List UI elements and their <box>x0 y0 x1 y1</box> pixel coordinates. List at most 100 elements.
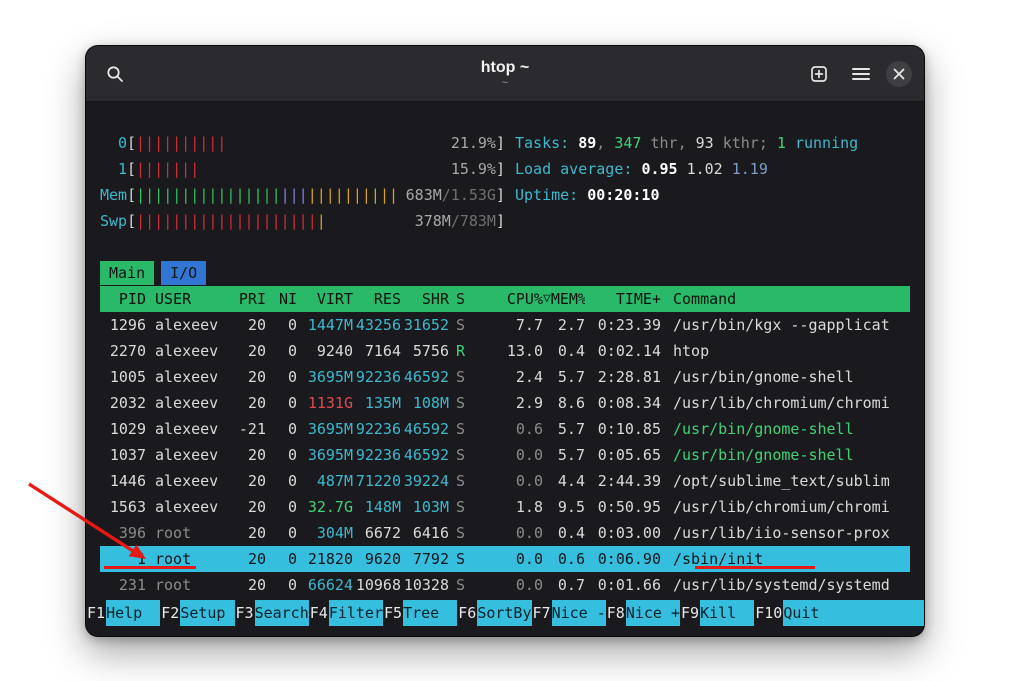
column-header-ni[interactable]: NI <box>266 286 297 312</box>
column-header-cpu[interactable]: CPU% <box>473 286 543 312</box>
close-icon <box>893 68 905 80</box>
cell-cpu: 1.8 <box>473 494 543 520</box>
hamburger-menu-icon <box>852 67 870 81</box>
fkey-f10[interactable]: F10Quit <box>754 600 924 626</box>
cell-shr: 46592 <box>401 364 449 390</box>
window-title-block: htop ~ ~ <box>481 59 529 89</box>
cell-user: alexeev <box>146 416 228 442</box>
column-header-pid[interactable]: PID <box>100 286 146 312</box>
cell-virt: 3695M <box>297 416 353 442</box>
column-header-command[interactable]: Command <box>661 286 910 312</box>
meter-bracket-close: ] <box>496 208 505 234</box>
cell-pid: 2032 <box>100 390 146 416</box>
cell-ni: 0 <box>266 468 297 494</box>
cell-user: alexeev <box>146 468 228 494</box>
process-row-pid-1037[interactable]: 1037alexeev2003695M9223646592S0.05.70:05… <box>100 442 910 468</box>
process-row-pid-2032[interactable]: 2032alexeev2001131G135M108MS2.98.60:08.3… <box>100 390 910 416</box>
fkey-f6[interactable]: F6SortBy <box>457 600 531 626</box>
tab-io[interactable]: I/O <box>161 261 206 285</box>
cell-mem: 0.4 <box>543 520 585 546</box>
cell-state: S <box>449 572 473 598</box>
process-row-pid-2270[interactable]: 2270alexeev200924071645756R13.00.40:02.1… <box>100 338 910 364</box>
search-button[interactable] <box>98 57 132 91</box>
htop-screen[interactable]: 0[||||||||||21.9%]1[|||||||15.9%]Mem[|||… <box>86 102 924 637</box>
cell-user: root <box>146 572 228 598</box>
cell-pid: 396 <box>100 520 146 546</box>
cell-time: 0:03.00 <box>585 520 661 546</box>
cell-virt: 3695M <box>297 364 353 390</box>
fkey-f8[interactable]: F8Nice + <box>606 600 680 626</box>
cell-mem: 0.7 <box>543 572 585 598</box>
cell-cpu: 0.0 <box>473 572 543 598</box>
swp-meter: Swp[|||||||||||||||||||||378M/783M] <box>100 208 505 234</box>
column-header-shr[interactable]: SHR <box>401 286 449 312</box>
fkey-action-label: Help <box>106 600 160 626</box>
process-row-pid-396[interactable]: 396root200304M66726416S0.00.40:03.00/usr… <box>100 520 910 546</box>
cell-shr: 10328 <box>401 572 449 598</box>
column-header-time[interactable]: TIME+ <box>585 286 661 312</box>
column-header-state[interactable]: S <box>449 286 473 312</box>
column-header-mem[interactable]: ▽MEM% <box>543 286 585 312</box>
fkey-f9[interactable]: F9Kill <box>680 600 754 626</box>
cell-command: htop <box>661 338 910 364</box>
meter-bracket-close: ] <box>496 130 505 156</box>
search-icon <box>106 65 124 83</box>
cell-command: /usr/lib/chromium/chromi <box>661 390 910 416</box>
htop-header-area: 0[||||||||||21.9%]1[|||||||15.9%]Mem[|||… <box>100 130 910 234</box>
process-row-pid-1296[interactable]: 1296alexeev2001447M4325631652S7.72.70:23… <box>100 312 910 338</box>
process-row-pid-1563[interactable]: 1563alexeev20032.7G148M103MS1.89.50:50.9… <box>100 494 910 520</box>
cpu0-meter-label: 0 <box>100 130 127 156</box>
fkey-f1[interactable]: F1Help <box>86 600 160 626</box>
fkey-f4[interactable]: F4Filter <box>309 600 383 626</box>
cell-ni: 0 <box>266 572 297 598</box>
process-table-body: 1296alexeev2001447M4325631652S7.72.70:23… <box>100 312 910 598</box>
process-row-pid-1446[interactable]: 1446alexeev200487M7122039224S0.04.42:44.… <box>100 468 910 494</box>
cell-state: S <box>449 364 473 390</box>
cell-mem: 4.4 <box>543 468 585 494</box>
fkey-f2[interactable]: F2Setup <box>160 600 234 626</box>
cell-pid: 1446 <box>100 468 146 494</box>
cell-pri: 20 <box>228 546 266 572</box>
cell-cpu: 0.0 <box>473 442 543 468</box>
cell-ni: 0 <box>266 546 297 572</box>
column-header-pri[interactable]: PRI <box>228 286 266 312</box>
fkey-key-label: F7 <box>532 600 552 626</box>
cell-command: /sbin/init <box>661 546 910 572</box>
new-tab-button[interactable] <box>802 57 836 91</box>
fkey-f3[interactable]: F3Search <box>235 600 309 626</box>
cell-ni: 0 <box>266 442 297 468</box>
process-row-pid-1005[interactable]: 1005alexeev2003695M9223646592S2.45.72:28… <box>100 364 910 390</box>
cell-pri: 20 <box>228 572 266 598</box>
meter-bracket-open: [ <box>127 130 136 156</box>
swp-meter-bar: ||||||||||||||||||||| <box>136 208 326 234</box>
column-header-virt[interactable]: VIRT <box>297 286 353 312</box>
cell-cpu: 13.0 <box>473 338 543 364</box>
cell-pid: 1005 <box>100 364 146 390</box>
fkey-f7[interactable]: F7Nice - <box>532 600 606 626</box>
cell-time: 0:05.65 <box>585 442 661 468</box>
cell-command: /usr/bin/gnome-shell <box>661 442 910 468</box>
menu-button[interactable] <box>844 57 878 91</box>
cell-ni: 0 <box>266 364 297 390</box>
cell-virt: 487M <box>297 468 353 494</box>
tab-main[interactable]: Main <box>100 261 154 285</box>
cell-ni: 0 <box>266 312 297 338</box>
cell-state: S <box>449 442 473 468</box>
cell-shr: 46592 <box>401 416 449 442</box>
load-average-text: Load average: 0.95 1.02 1.19 <box>515 156 910 182</box>
close-button[interactable] <box>886 61 912 87</box>
mem-meter-total: /1.53G <box>442 182 496 208</box>
cell-cpu: 0.6 <box>473 416 543 442</box>
fkey-key-label: F1 <box>86 600 106 626</box>
column-header-user[interactable]: USER <box>146 286 228 312</box>
cell-pri: -21 <box>228 416 266 442</box>
cell-res: 7164 <box>353 338 401 364</box>
fkey-action-label: Setup <box>180 600 234 626</box>
cell-pri: 20 <box>228 442 266 468</box>
process-row-pid-1029[interactable]: 1029alexeev-2103695M9223646592S0.65.70:1… <box>100 416 910 442</box>
cell-virt: 21820 <box>297 546 353 572</box>
fkey-f5[interactable]: F5Tree <box>383 600 457 626</box>
column-header-res[interactable]: RES <box>353 286 401 312</box>
process-row-pid-231[interactable]: 231root200666241096810328S0.00.70:01.66/… <box>100 572 910 598</box>
process-row-pid-1[interactable]: 1root2002182096207792S0.00.60:06.90/sbin… <box>100 546 910 572</box>
